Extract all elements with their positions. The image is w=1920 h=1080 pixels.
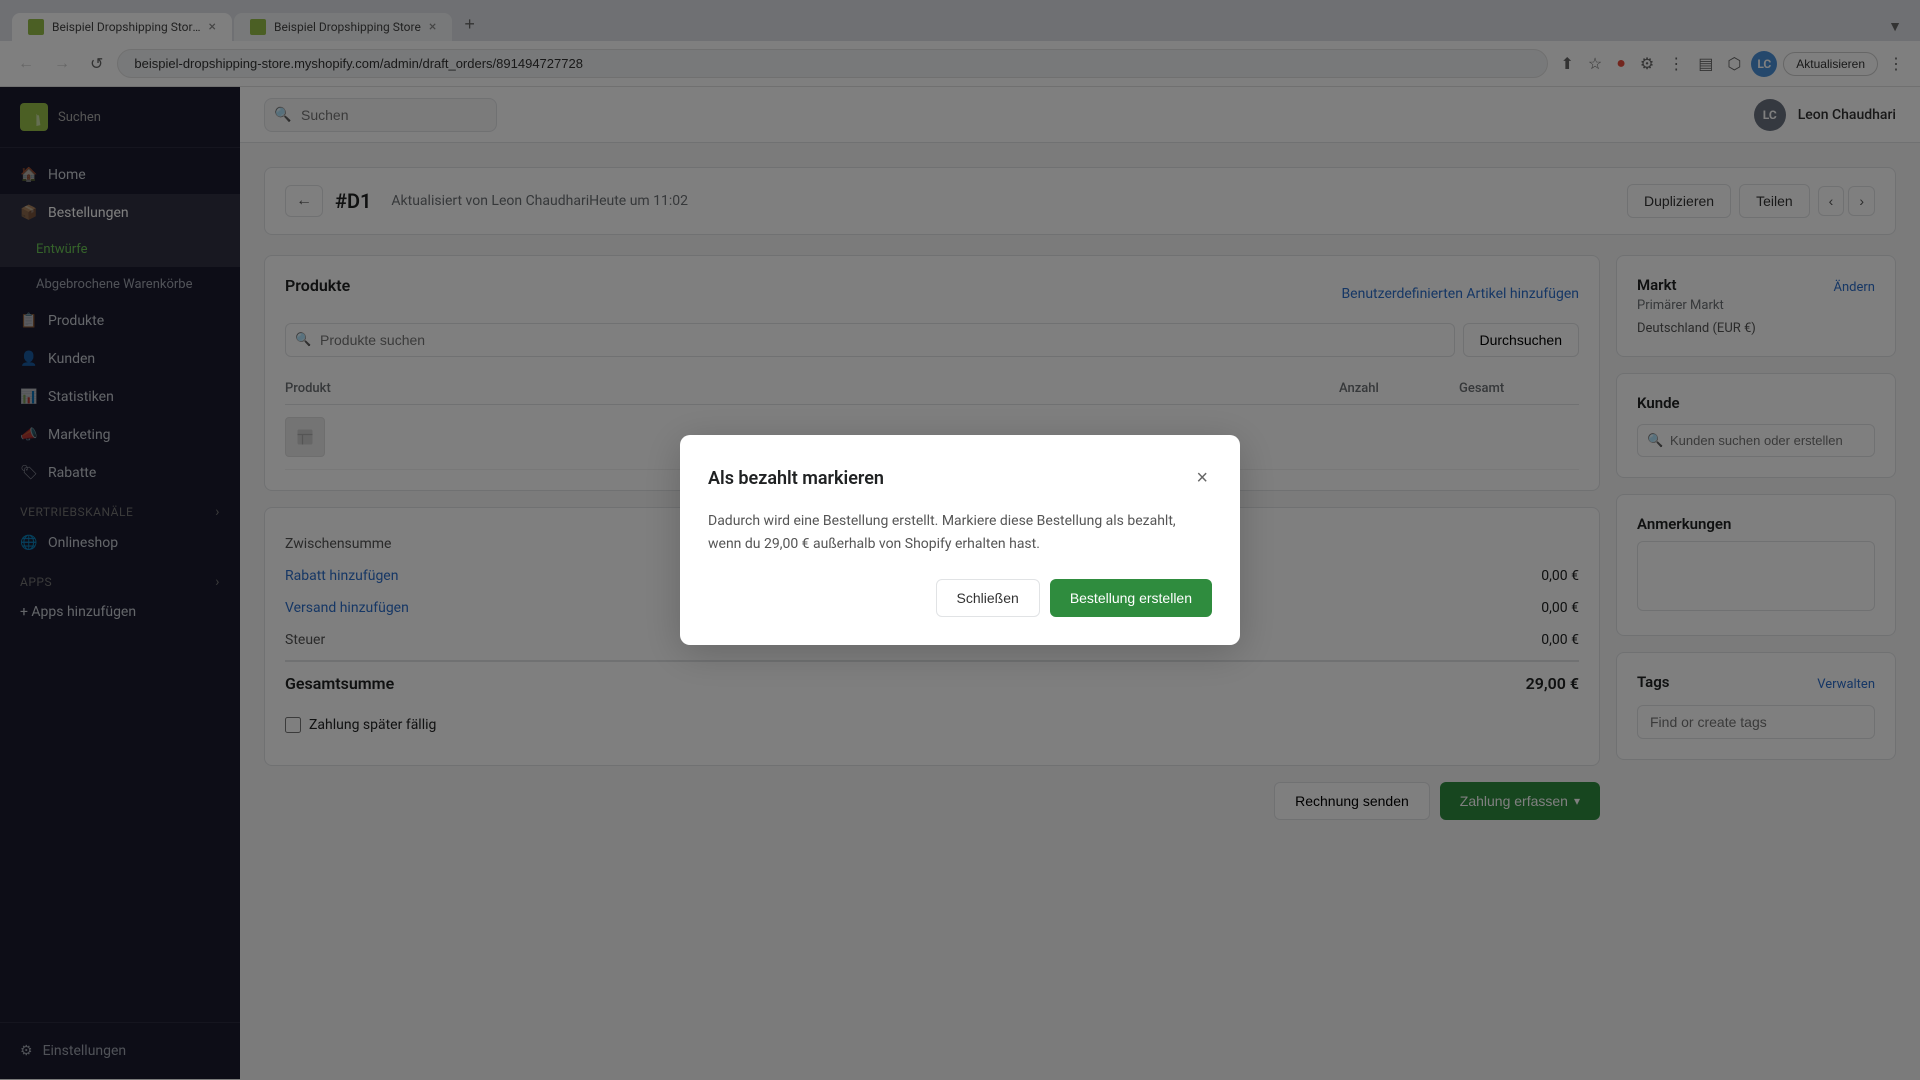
modal-close-button[interactable]: ×	[1192, 463, 1212, 494]
modal-header: Als bezahlt markieren ×	[708, 463, 1212, 494]
modal-body: Dadurch wird eine Bestellung erstellt. M…	[708, 510, 1212, 555]
modal-footer: Schließen Bestellung erstellen	[708, 579, 1212, 617]
modal-confirm-button[interactable]: Bestellung erstellen	[1050, 579, 1212, 617]
modal-cancel-button[interactable]: Schließen	[936, 579, 1040, 617]
modal-overlay[interactable]: Als bezahlt markieren × Dadurch wird ein…	[0, 0, 1920, 1080]
modal-title: Als bezahlt markieren	[708, 468, 884, 489]
modal: Als bezahlt markieren × Dadurch wird ein…	[680, 435, 1240, 645]
